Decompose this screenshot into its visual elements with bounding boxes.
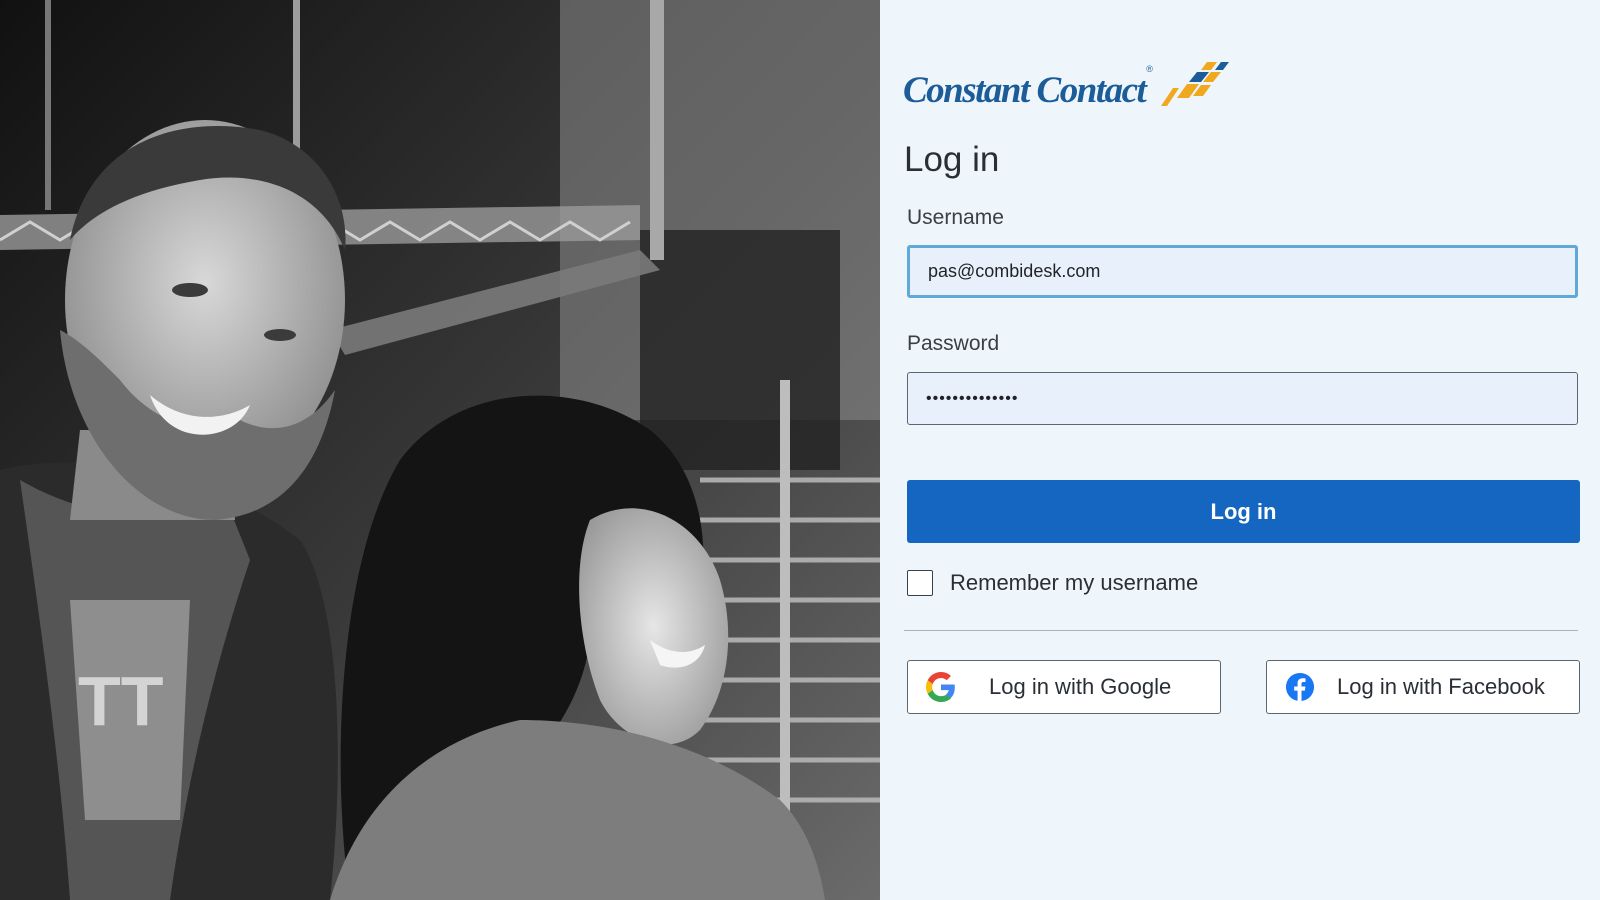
remember-username-label[interactable]: Remember my username [950, 570, 1198, 596]
divider [904, 630, 1578, 631]
remember-username-row[interactable]: Remember my username [907, 570, 1198, 596]
google-login-label: Log in with Google [989, 674, 1172, 699]
constant-contact-logo-mark-icon [1159, 58, 1231, 113]
hero-photo: TT [0, 0, 880, 900]
login-panel: Constant Contact ® Log in Username Passw… [880, 0, 1600, 900]
login-button[interactable]: Log in [907, 480, 1580, 543]
svg-text:TT: TT [78, 662, 164, 740]
login-page: TT Constant Contact ® Log in Username pa… [0, 0, 1600, 900]
remember-username-checkbox[interactable] [907, 570, 933, 596]
password-field[interactable] [907, 372, 1578, 425]
registered-mark: ® [1146, 64, 1153, 74]
constant-contact-logo: Constant Contact ® [903, 58, 1231, 109]
username-field[interactable] [907, 245, 1578, 298]
page-title: Log in [904, 140, 1000, 179]
google-login-button[interactable]: Log in with Google [907, 660, 1221, 714]
facebook-login-button[interactable]: Log in with Facebook [1266, 660, 1580, 714]
facebook-icon [1284, 671, 1316, 703]
username-label: Username [907, 206, 1004, 229]
password-label: Password [907, 332, 1000, 355]
brand-name: Constant Contact [903, 70, 1147, 111]
google-icon [925, 671, 957, 703]
photo-smiling-couple: TT [0, 0, 880, 900]
facebook-login-label: Log in with Facebook [1337, 674, 1545, 699]
